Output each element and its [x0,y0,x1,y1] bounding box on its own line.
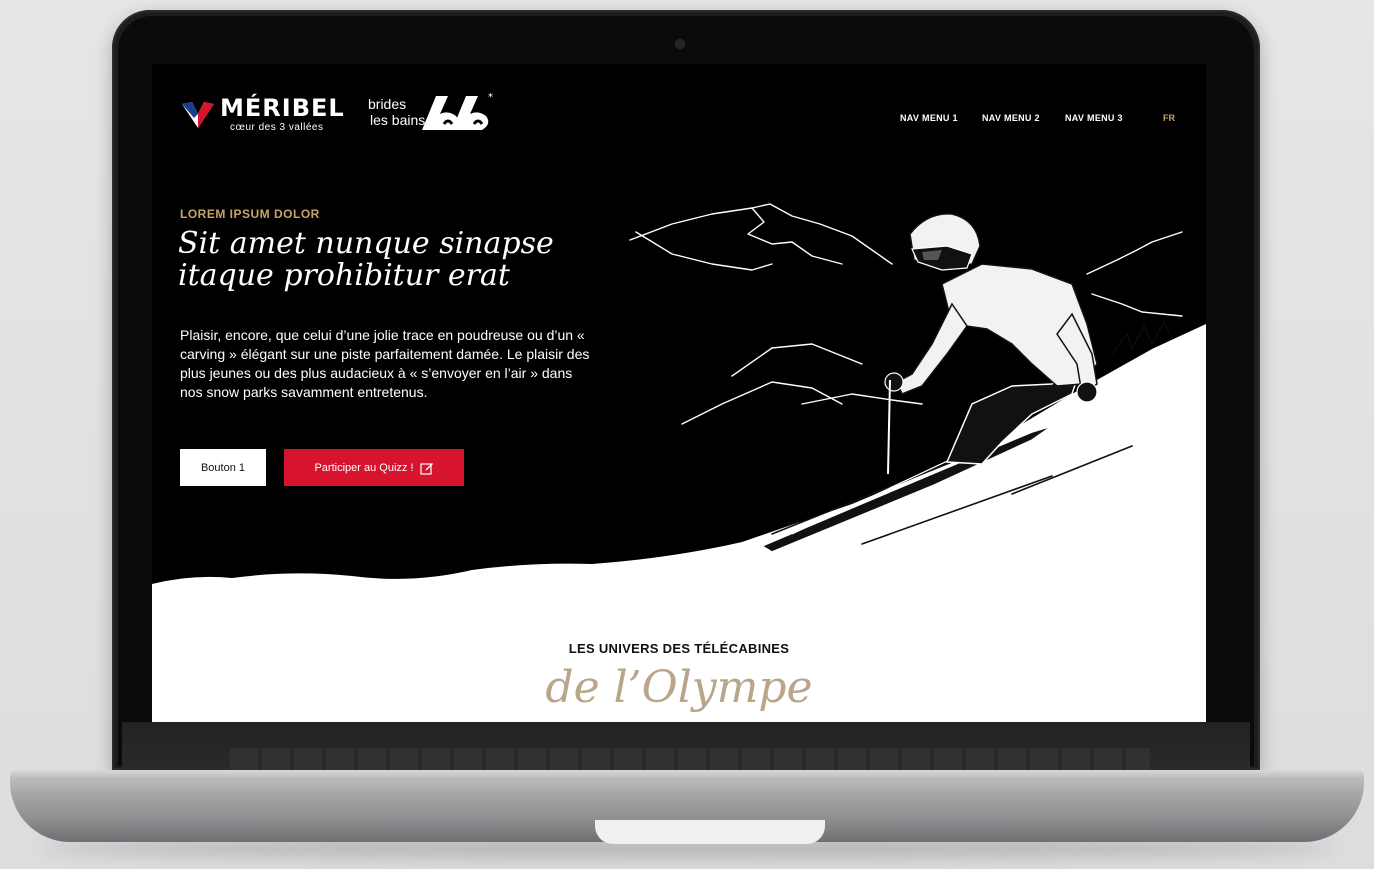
bb-monogram-icon: * [422,92,493,130]
nav-item-1[interactable]: NAV MENU 1 [900,113,958,123]
brides-les-bains-logo[interactable]: brides les bains * [368,90,498,134]
quiz-button-label: Participer au Quizz ! [314,461,414,474]
section-script-title: de l’Olympe [545,662,813,713]
keyboard-keys [230,748,1150,770]
nav-item-2[interactable]: NAV MENU 2 [982,113,1040,123]
nav-item-3[interactable]: NAV MENU 3 [1065,113,1123,123]
laptop-notch [595,820,825,844]
meribel-tagline: cœur des 3 vallées [230,122,324,133]
bouton-1-button[interactable]: Bouton 1 [180,449,266,486]
bains-wordmark: les bains [370,112,426,128]
language-switch[interactable]: FR [1163,113,1175,123]
hero-body: Plaisir, encore, que celui d’une jolie t… [180,327,590,400]
section-subtitle: LES UNIVERS DES TÉLÉCABINES [568,641,790,656]
hero-eyebrow: LOREM IPSUM DOLOR [180,207,320,221]
camera-icon [676,40,684,48]
hero-headline: Sit amet nunque sinapse itaque prohibitu… [178,226,554,293]
svg-text:*: * [488,92,493,103]
meribel-wordmark: MÉRIBEL [220,94,345,122]
bouton-1-label: Bouton 1 [200,461,246,474]
brides-wordmark: brides [368,96,407,112]
heart-flag-icon [182,102,214,128]
edit-icon [419,462,433,475]
laptop-screen: MÉRIBEL cœur des 3 vallées brides les ba… [152,64,1206,722]
quiz-button[interactable]: Participer au Quizz ! [284,449,464,486]
laptop-base-edge [10,770,1364,780]
